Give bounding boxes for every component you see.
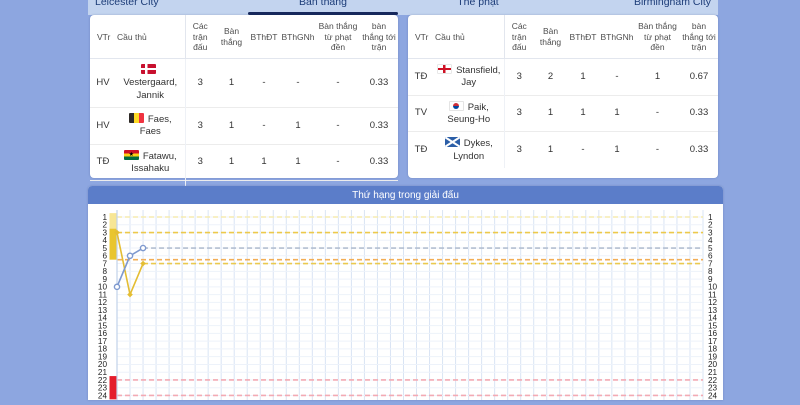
column-header: BThĐT: [248, 15, 280, 58]
stat-value: 1: [635, 58, 680, 95]
column-header: VTr: [408, 15, 434, 58]
stat-value: 1: [280, 107, 316, 144]
ranking-chart: 1122334455667788991010111112121313141415…: [88, 204, 723, 400]
away-team-link[interactable]: Birmingham City: [634, 0, 711, 8]
stat-value: 3: [504, 95, 534, 132]
player-name-cell[interactable]: Fatawu, Issahaku: [116, 144, 185, 181]
stat-value: -: [316, 144, 360, 181]
stat-value: -: [280, 58, 316, 107]
player-position: TĐ: [90, 144, 116, 181]
dk-flag-icon: [141, 64, 156, 74]
column-header: Bàn thắng: [215, 15, 248, 58]
league-ranking-card: Thứ hạng trong giải đấu 1122334455667788…: [88, 186, 723, 400]
stat-value: 1: [215, 58, 248, 107]
home-team-goals-card: VTrCầu thủCác trận đấuBàn thắngBThĐTBThG…: [90, 15, 398, 178]
stat-value: 3: [185, 58, 215, 107]
stat-value: -: [567, 132, 599, 168]
stat-value: -: [635, 132, 680, 168]
stat-value: 1: [599, 95, 635, 132]
stat-value: 1: [248, 144, 280, 181]
player-position: TĐ: [408, 132, 434, 168]
column-header: Cầu thủ: [434, 15, 504, 58]
en-flag-icon: [437, 64, 452, 74]
player-name-cell[interactable]: Faes, Faes: [116, 107, 185, 144]
chart-title: Thứ hạng trong giải đấu: [88, 186, 723, 204]
stat-value: 1: [567, 58, 599, 95]
stat-value: 1: [215, 107, 248, 144]
stat-value: 1: [534, 132, 567, 168]
sc-flag-icon: [445, 137, 460, 147]
player-name-cell[interactable]: Stansfield, Jay: [434, 58, 504, 95]
stat-value: -: [635, 95, 680, 132]
player-row[interactable]: HVVestergaard, Jannik31---0.33: [90, 58, 398, 107]
stat-value: 0.33: [360, 58, 398, 107]
column-header: BThGNh: [599, 15, 635, 58]
player-row[interactable]: TĐFatawu, Issahaku3111-0.33: [90, 144, 398, 181]
home-team-link[interactable]: Leicester City: [95, 0, 159, 8]
away-team-goals-card: VTrCầu thủCác trận đấuBàn thắngBThĐTBThG…: [408, 15, 718, 178]
stat-value: 0.33: [360, 107, 398, 144]
tab-goals[interactable]: Bàn thắng: [248, 0, 398, 8]
match-header-nav: Leicester City Bàn thắng Thẻ phạt Birmin…: [88, 0, 718, 15]
player-position: HV: [90, 107, 116, 144]
column-header: BThĐT: [567, 15, 599, 58]
stat-value: 0.33: [360, 144, 398, 181]
column-header: BThGNh: [280, 15, 316, 58]
stat-value: 2: [534, 58, 567, 95]
stat-value: 3: [504, 58, 534, 95]
stat-value: 3: [504, 132, 534, 168]
stat-value: -: [316, 58, 360, 107]
stat-value: 1: [567, 95, 599, 132]
column-header: Bàn thắng từ phạt đền: [635, 15, 680, 58]
away-team-goals-table: VTrCầu thủCác trận đấuBàn thắngBThĐTBThG…: [408, 15, 718, 168]
player-row[interactable]: HVFaes, Faes31-1-0.33: [90, 107, 398, 144]
stat-value: 1: [215, 144, 248, 181]
column-header: Các trận đấu: [185, 15, 215, 58]
stat-value: 3: [185, 144, 215, 181]
be-flag-icon: [129, 113, 144, 123]
column-header: bàn thắng tới trận: [680, 15, 718, 58]
stat-value: -: [248, 58, 280, 107]
stat-value: 1: [534, 95, 567, 132]
stat-value: 0.33: [680, 95, 718, 132]
column-header: Các trận đấu: [504, 15, 534, 58]
stat-value: -: [599, 58, 635, 95]
player-name-cell[interactable]: Vestergaard, Jannik: [116, 58, 185, 107]
svg-text:24: 24: [98, 391, 108, 400]
stat-value: 0.67: [680, 58, 718, 95]
column-header: Cầu thủ: [116, 15, 185, 58]
column-header: Bàn thắng từ phạt đền: [316, 15, 360, 58]
kr-flag-icon: [449, 101, 464, 111]
stat-value: 3: [185, 107, 215, 144]
player-position: TV: [408, 95, 434, 132]
stat-value: -: [248, 107, 280, 144]
player-row[interactable]: TVPaik, Seung-Ho3111-0.33: [408, 95, 718, 132]
player-row[interactable]: TĐDykes, Lyndon31-1-0.33: [408, 132, 718, 168]
stat-value: 1: [599, 132, 635, 168]
column-header: Bàn thắng: [534, 15, 567, 58]
player-position: HV: [90, 58, 116, 107]
player-position: TĐ: [408, 58, 434, 95]
tab-cards[interactable]: Thẻ phạt: [403, 0, 553, 8]
player-name-cell[interactable]: Paik, Seung-Ho: [434, 95, 504, 132]
stat-value: 1: [280, 144, 316, 181]
column-header: VTr: [90, 15, 116, 58]
column-header: bàn thắng tới trận: [360, 15, 398, 58]
svg-text:24: 24: [708, 391, 718, 400]
gh-flag-icon: [124, 150, 139, 160]
stat-value: 0.33: [680, 132, 718, 168]
player-row[interactable]: TĐStansfield, Jay321-10.67: [408, 58, 718, 95]
player-name-cell[interactable]: Dykes, Lyndon: [434, 132, 504, 168]
ranking-chart-svg: 1122334455667788991010111112121313141415…: [88, 204, 723, 400]
stat-value: -: [316, 107, 360, 144]
